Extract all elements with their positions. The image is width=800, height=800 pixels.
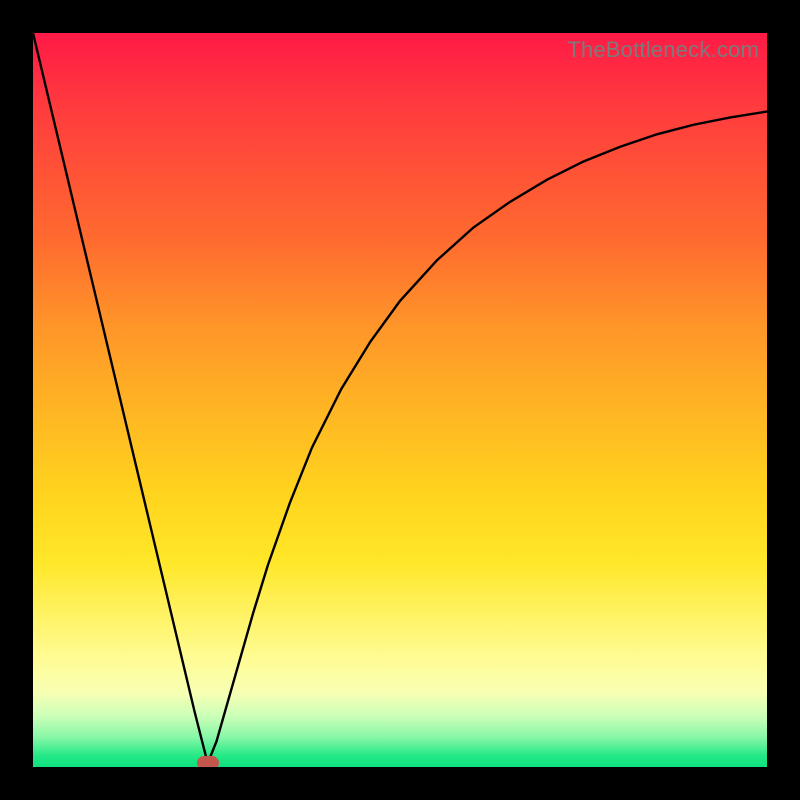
- bottleneck-curve-svg: [33, 33, 767, 767]
- plot-area: TheBottleneck.com: [33, 33, 767, 767]
- chart-frame: TheBottleneck.com: [0, 0, 800, 800]
- minimum-marker: [197, 756, 219, 767]
- watermark-text: TheBottleneck.com: [567, 37, 759, 63]
- curve-right-branch: [208, 112, 767, 764]
- curve-left-branch: [33, 33, 208, 763]
